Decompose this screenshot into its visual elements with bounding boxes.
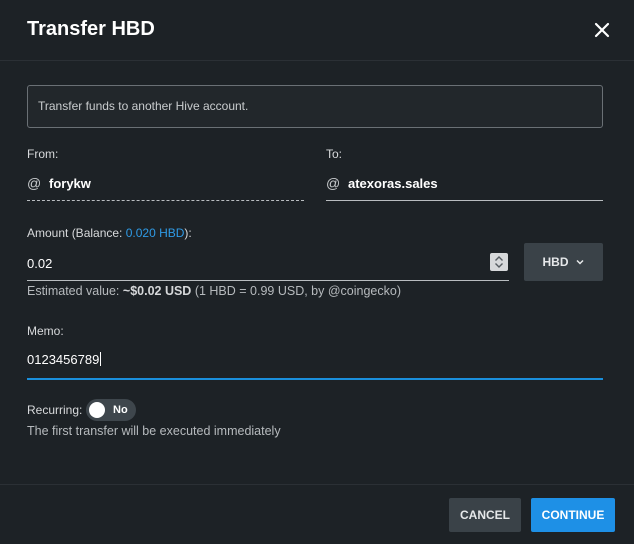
currency-select[interactable]: HBD <box>524 243 603 281</box>
estimated-value: Estimated value: ~$0.02 USD (1 HBD = 0.9… <box>27 284 401 298</box>
to-field[interactable]: @ atexoras.sales <box>326 171 603 201</box>
estimated-suffix: (1 HBD = 0.99 USD, by @coingecko) <box>191 284 401 298</box>
to-label: To: <box>326 147 343 161</box>
close-button[interactable] <box>588 16 616 44</box>
toggle-state: No <box>113 404 128 416</box>
spinner-arrows-icon <box>495 256 503 268</box>
memo-label: Memo: <box>27 324 64 338</box>
info-box: Transfer funds to another Hive account. <box>27 85 603 128</box>
dialog-footer: CANCEL CONTINUE <box>0 484 634 544</box>
amount-label-prefix: Amount (Balance: <box>27 226 126 240</box>
balance-link[interactable]: 0.020 HBD <box>126 226 185 240</box>
chevron-down-icon <box>575 259 584 265</box>
recurring-label: Recurring: <box>27 403 83 417</box>
at-icon: @ <box>326 175 341 191</box>
close-icon <box>594 22 610 38</box>
at-icon: @ <box>27 175 42 191</box>
estimated-amount: ~$0.02 USD <box>122 284 192 298</box>
toggle-knob <box>89 402 105 418</box>
dialog-header: Transfer HBD <box>0 0 634 61</box>
amount-spinner[interactable] <box>490 253 508 271</box>
memo-input[interactable]: 0123456789 <box>27 344 603 380</box>
to-value: atexoras.sales <box>348 176 438 191</box>
memo-value: 0123456789 <box>27 352 102 367</box>
info-text: Transfer funds to another Hive account. <box>38 99 249 113</box>
memo-text: 0123456789 <box>27 352 100 367</box>
from-field[interactable]: @ forykw <box>27 171 304 201</box>
currency-label: HBD <box>542 255 569 269</box>
amount-label: Amount (Balance: 0.020 HBD): <box>27 226 192 240</box>
recurring-hint: The first transfer will be executed imme… <box>27 424 281 438</box>
amount-label-suffix: ): <box>184 226 192 240</box>
dialog-title: Transfer HBD <box>27 18 155 40</box>
recurring-toggle[interactable]: No <box>86 399 136 421</box>
cancel-button[interactable]: CANCEL <box>449 498 521 532</box>
from-value: forykw <box>49 176 91 191</box>
continue-button[interactable]: CONTINUE <box>531 498 615 532</box>
from-label: From: <box>27 147 59 161</box>
transfer-dialog: Transfer HBD Transfer funds to another H… <box>0 0 634 544</box>
amount-input[interactable]: 0.02 <box>27 248 509 281</box>
text-caret <box>100 352 102 366</box>
estimated-prefix: Estimated value: <box>27 284 123 298</box>
amount-value: 0.02 <box>27 256 53 271</box>
